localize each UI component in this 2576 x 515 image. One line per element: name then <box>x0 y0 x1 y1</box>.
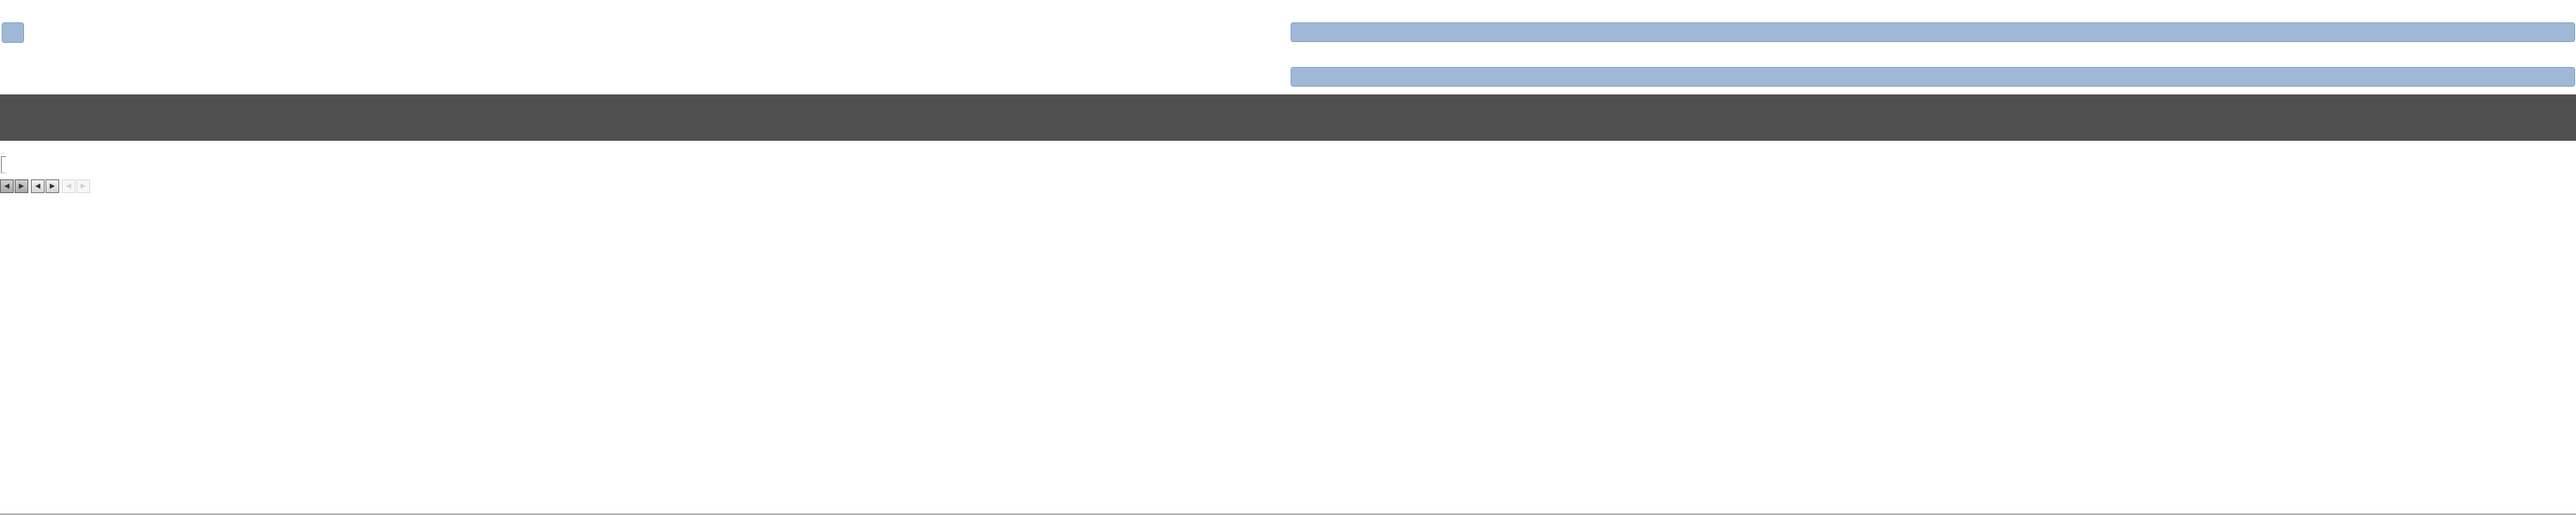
first-page-button[interactable]: ◀ <box>0 179 14 193</box>
last-page-icon: ▶ <box>80 182 87 190</box>
previous-page-button[interactable]: ▶ <box>15 179 28 193</box>
text-field[interactable] <box>1 156 6 173</box>
header-bar-top <box>1291 22 2575 42</box>
next-button[interactable]: ▶ <box>46 179 59 193</box>
small-label: — <box>2 151 4 154</box>
next-page-button[interactable]: ◀ <box>62 179 76 193</box>
page: — ◀ ▶ ◀ ▶ ◀ ▶ <box>0 0 2576 515</box>
last-page-button[interactable]: ▶ <box>76 179 90 193</box>
next-icon: ▶ <box>49 182 56 190</box>
previous-page-icon: ▶ <box>18 182 25 190</box>
first-page-icon: ◀ <box>3 182 10 190</box>
pager: ◀ ▶ ◀ ▶ ◀ ▶ <box>0 179 91 194</box>
previous-button[interactable]: ◀ <box>31 179 45 193</box>
header-bar-bottom <box>1291 67 2575 87</box>
navigation-band <box>0 94 2576 141</box>
logo-icon[interactable] <box>2 22 24 43</box>
next-page-icon: ◀ <box>65 182 72 190</box>
previous-icon: ◀ <box>34 182 41 190</box>
